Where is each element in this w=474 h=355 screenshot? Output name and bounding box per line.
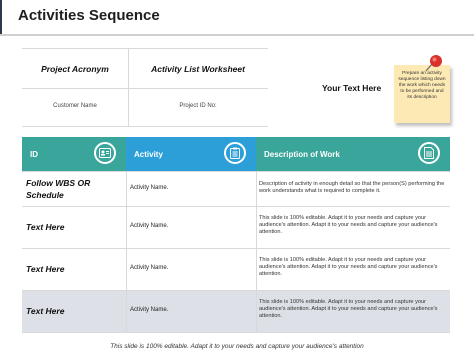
sticky-note-text: Prepare an activity sequence listing dow…: [398, 71, 446, 100]
footer-note: This slide is 100% editable. Adapt it to…: [110, 343, 364, 350]
table-row: Text Here Activity Name. This slide is 1…: [22, 206, 450, 248]
row-description: This slide is 100% editable. Adapt it to…: [259, 299, 438, 319]
row-description: Description of activity in enough detail…: [259, 181, 445, 194]
header-id: ID: [22, 137, 126, 171]
header-activity: Activity: [126, 137, 256, 171]
document-icon: [418, 142, 440, 164]
row-activity: Activity Name.: [130, 307, 169, 313]
pushpin-icon: [424, 52, 446, 74]
row-title: Text Here: [26, 306, 65, 316]
project-acronym-label: Project Acronym: [41, 64, 109, 74]
table-row: Text Here Activity Name. This slide is 1…: [22, 290, 450, 332]
row-activity: Activity Name.: [130, 265, 169, 271]
title-accent-bar: [0, 0, 2, 36]
customer-name-label: Customer Name: [53, 103, 97, 109]
activity-list-worksheet-label: Activity List Worksheet: [151, 64, 245, 74]
header-activity-label: Activity: [134, 150, 163, 159]
row-title: Text Here: [26, 264, 65, 274]
header-description-label: Description of Work: [264, 150, 340, 159]
info-table: Project Acronym Activity List Worksheet …: [22, 48, 268, 127]
page-title: Activities Sequence: [18, 7, 160, 24]
row-title: Follow WBS OR Schedule: [26, 178, 91, 200]
title-divider: [0, 34, 474, 36]
header-id-label: ID: [30, 150, 38, 159]
project-id-label: Project ID No:: [179, 103, 217, 109]
row-description: This slide is 100% editable. Adapt it to…: [259, 257, 438, 277]
id-card-icon: [94, 142, 116, 164]
activities-table: Follow WBS OR Schedule Activity Name. De…: [22, 171, 450, 333]
row-activity: Activity Name.: [130, 223, 169, 229]
your-text-label: Your Text Here: [322, 83, 382, 93]
row-activity: Activity Name.: [130, 185, 169, 191]
row-description: This slide is 100% editable. Adapt it to…: [259, 215, 438, 235]
row-title: Text Here: [26, 222, 65, 232]
clipboard-icon: [224, 142, 246, 164]
table-row: Follow WBS OR Schedule Activity Name. De…: [22, 171, 450, 206]
table-row: Text Here Activity Name. This slide is 1…: [22, 248, 450, 290]
header-description: Description of Work: [256, 137, 450, 171]
